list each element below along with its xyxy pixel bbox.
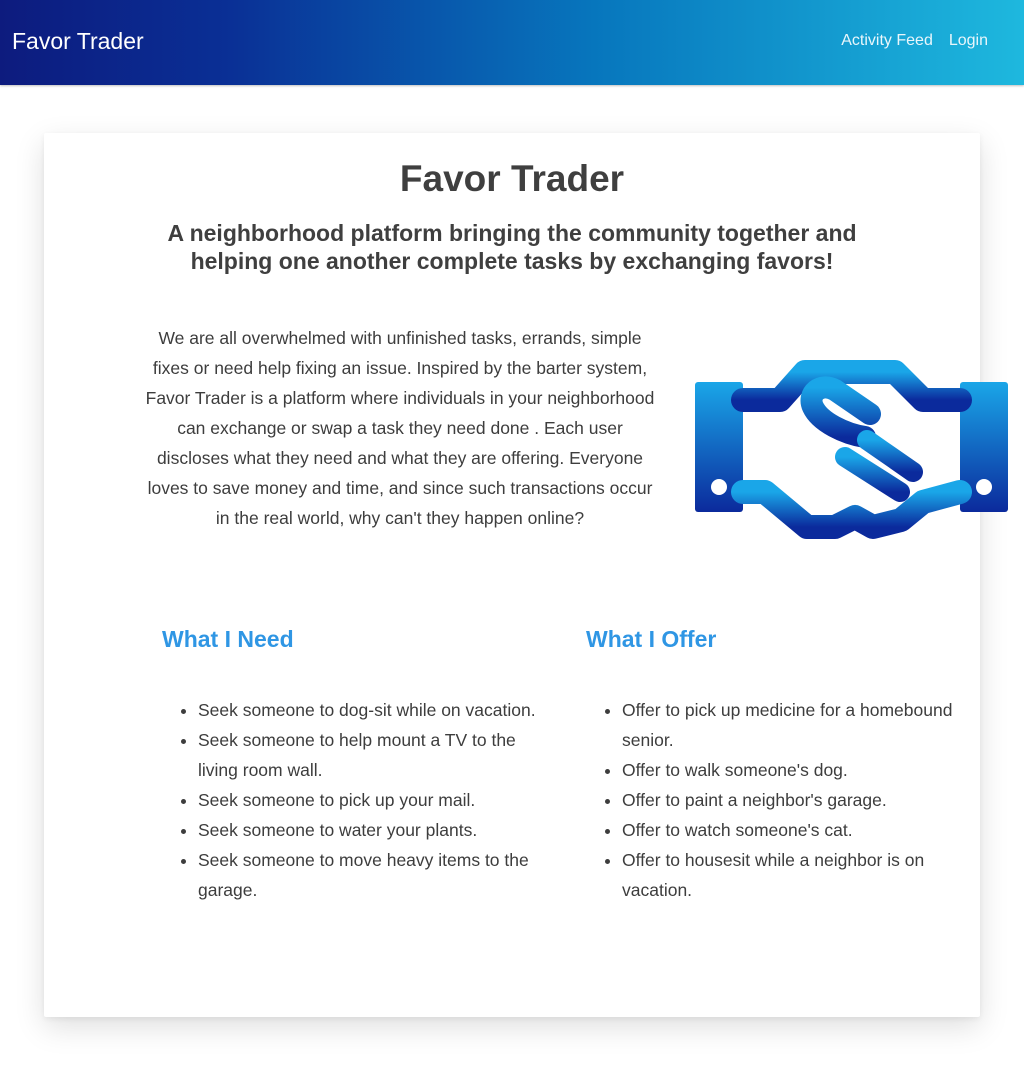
nav-link-activity-feed[interactable]: Activity Feed: [841, 30, 933, 52]
top-navbar: Favor Trader Activity Feed Login: [0, 0, 1024, 85]
nav-link-login[interactable]: Login: [949, 30, 988, 52]
what-i-offer-list: Offer to pick up medicine for a homeboun…: [586, 695, 956, 905]
need-item: Seek someone to pick up your mail.: [198, 785, 542, 815]
page-title: Favor Trader: [399, 158, 625, 199]
nav-links: Activity Feed Login: [841, 30, 988, 52]
brand-link[interactable]: Favor Trader: [12, 26, 144, 56]
offer-item: Offer to walk someone's dog.: [622, 755, 956, 785]
page-tagline: A neighborhood platform bringing the com…: [167, 220, 857, 274]
landing-card: Favor Trader A neighborhood platform bri…: [44, 133, 1008, 1017]
need-item: Seek someone to dog-sit while on vacatio…: [198, 695, 542, 725]
what-i-offer-heading: What I Offer: [586, 626, 717, 652]
offer-item: Offer to watch someone's cat.: [622, 815, 956, 845]
handshake-icon: [695, 360, 1008, 539]
need-item: Seek someone to help mount a TV to the l…: [198, 725, 542, 785]
what-i-need-heading: What I Need: [162, 626, 294, 652]
offer-item: Offer to housesit while a neighbor is on…: [622, 845, 956, 905]
about-paragraph: We are all overwhelmed with unfinished t…: [145, 328, 655, 528]
need-item: Seek someone to water your plants.: [198, 815, 542, 845]
offer-item: Offer to paint a neighbor's garage.: [622, 785, 956, 815]
need-item: Seek someone to move heavy items to the …: [198, 845, 542, 905]
offer-item: Offer to pick up medicine for a homeboun…: [622, 695, 956, 755]
what-i-need-list: Seek someone to dog-sit while on vacatio…: [162, 695, 542, 905]
